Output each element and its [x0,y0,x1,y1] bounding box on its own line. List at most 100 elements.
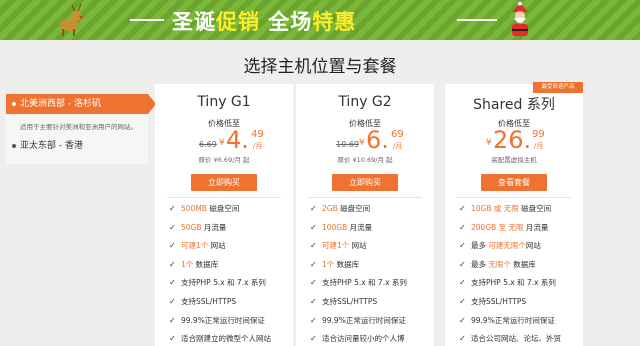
feature-highlight: 可建1个 [181,241,209,251]
feature-item: ✓ 支持PHP 5.x 和 7.x 系列 [459,274,583,293]
popular-badge: 最受欢迎产品 [533,82,583,93]
price-decimal: 99 [532,129,545,140]
feature-highlight: 2GB [322,204,338,213]
feature-text: 网站 [525,241,541,251]
feature-item: ✓ 1个 数据库 [310,256,434,275]
currency-symbol: ¥ [219,138,225,148]
feature-item: ✓ 支持SSL/HTTPS [310,293,434,312]
feature-item: ✓ 适合访问量较小的个人博 [310,330,434,346]
feature-highlight: 1个 [322,259,335,269]
banner-line-left [130,19,164,21]
feature-text: 磁盘空间 [518,204,552,213]
price-unit: /月 [534,142,544,150]
plan-name: Tiny G2 [338,94,392,110]
feature-item: ✓ 99.9%正常运行时间保证 [169,312,293,331]
feature-item: ✓ 500MB 磁盘空间 [169,200,293,219]
check-icon: ✓ [459,278,466,288]
divider [167,197,281,198]
feature-highlight: 100GB [322,222,348,232]
divider [308,197,422,198]
feature-item: ✓ 2GB 磁盘空间 [310,200,434,219]
feature-item: ✓ 支持SSL/HTTPS [169,293,293,312]
feature-text: 最多 [471,241,489,251]
feature-highlight: 200GB 至 无限 [471,222,524,232]
feature-text: 支持SSL/HTTPS [181,296,237,306]
feature-text: 月流量 [523,222,549,232]
check-icon: ✓ [169,315,176,325]
feature-text: 数据库 [334,259,360,269]
feature-text: 数据库 [193,259,219,269]
feature-item: ✓ 99.9%正常运行时间保证 [459,312,583,331]
promo-banner[interactable]: 圣诞促销 全场特惠 [0,0,640,40]
buy-now-button[interactable]: 立即购买 [332,174,398,191]
feature-item: ✓ 支持PHP 5.x 和 7.x 系列 [310,274,434,293]
feature-item: ✓ 适合公司网站、论坛、外贸 [459,330,583,346]
price-decimal: 69 [391,129,404,140]
check-icon: ✓ [169,222,176,232]
feature-text: 月流量 [201,222,227,232]
check-icon: ✓ [459,241,466,251]
reindeer-icon [60,3,83,36]
divider [457,197,571,198]
check-icon: ✓ [310,222,317,232]
feature-item: ✓ 99.9%正常运行时间保证 [310,312,434,331]
feature-text: 支持PHP 5.x 和 7.x 系列 [181,278,266,288]
feature-list: ✓ 2GB 磁盘空间 ✓ 100GB 月流量 ✓ 可建1个 网站 ✓ 1个 数据库 ✓ 支持PHP… [310,200,434,346]
old-price: 6.69 [199,140,217,149]
banner-line-right [457,19,497,21]
feature-text: 支持SSL/HTTPS [471,296,527,306]
check-icon: ✓ [169,259,176,269]
bullet-icon [12,102,16,106]
check-icon: ✓ [310,296,317,306]
feature-text: 99.9%正常运行时间保证 [181,315,265,325]
check-icon: ✓ [169,204,176,213]
feature-item: ✓ 50GB 月流量 [169,219,293,238]
bullet-icon [12,144,16,148]
view-plans-button[interactable]: 查看套餐 [481,174,547,191]
price-integer: 26. [493,126,532,154]
feature-text: 支持PHP 5.x 和 7.x 系列 [322,278,407,288]
price-integer: 6. [366,126,389,154]
check-icon: ✓ [310,204,317,213]
feature-text: 支持SSL/HTTPS [322,296,378,306]
check-icon: ✓ [459,296,466,306]
check-icon: ✓ [310,278,317,288]
feature-item: ✓ 10GB 或 无限 磁盘空间 [459,200,583,219]
feature-highlight: 1个 [181,259,194,269]
feature-highlight: 500MB [181,204,207,213]
region-item-los-angeles[interactable]: 北美洲西部 - 洛杉矶 [6,94,156,114]
feature-highlight: 可建1个 [322,241,350,251]
price-row: ¥ 26. 99 /月 [445,126,583,154]
region-item-hong-kong[interactable]: 亚太东部 - 香港 [6,136,148,156]
page-title: 选择主机位置与套餐 [243,57,397,77]
feature-text: 99.9%正常运行时间保证 [322,315,406,325]
price-decimal: 49 [251,129,264,140]
buy-now-button[interactable]: 立即购买 [191,174,257,191]
plan-card-tiny-g1: Tiny G1 价格低至 6.69 ¥ 4. 49 /月 原价 ¥6.69/月 … [155,84,293,346]
feature-text: 网站 [349,241,367,251]
feature-item: ✓ 支持SSL/HTTPS [459,293,583,312]
check-icon: ✓ [459,222,466,232]
feature-item: ✓ 1个 数据库 [169,256,293,275]
price-unit: /月 [253,142,263,150]
feature-text: 月流量 [347,222,373,232]
feature-item: ✓ 最多 可建无限个网站 [459,237,583,256]
check-icon: ✓ [459,334,466,344]
feature-item: ✓ 200GB 至 无限 月流量 [459,219,583,238]
check-icon: ✓ [169,278,176,288]
check-icon: ✓ [169,241,176,251]
price-note: 原价 ¥10.69/月 起 [337,156,393,164]
check-icon: ✓ [310,334,317,344]
feature-text: 网站 [208,241,226,251]
feature-item: ✓ 可建1个 网站 [310,237,434,256]
price-row: 10.69 ¥ 6. 69 /月 [296,126,434,154]
currency-symbol: ¥ [359,138,365,148]
check-icon: ✓ [310,259,317,269]
feature-list: ✓ 500MB 磁盘空间 ✓ 50GB 月流量 ✓ 可建1个 网站 ✓ 1个 数据库 ✓ 支持PH… [169,200,293,346]
banner-title: 圣诞促销 全场特惠 [172,10,357,34]
region-description: 适用于主要针对美洲和亚洲用户的网站。 [20,123,137,131]
feature-highlight: 10GB 或 无限 [471,204,519,213]
currency-symbol: ¥ [486,138,492,148]
feature-text: 磁盘空间 [337,204,371,213]
feature-highlight: 无限个 [488,259,511,269]
